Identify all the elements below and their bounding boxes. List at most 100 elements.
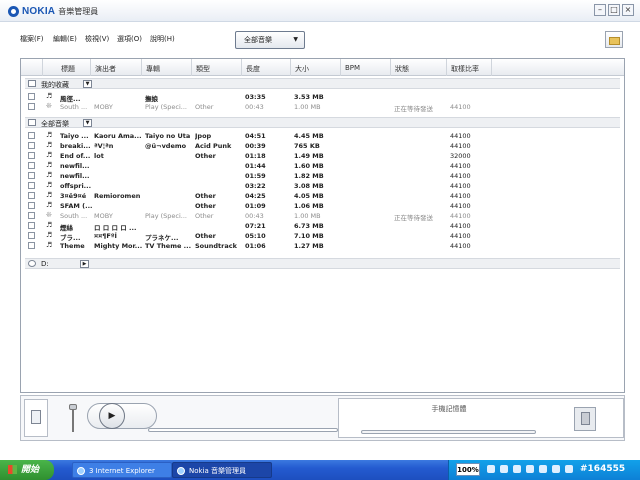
col-size[interactable]: 大小 [295, 64, 309, 74]
collapse-toggle-icon[interactable]: ▼ [83, 80, 92, 88]
cell-rate: 44100 [450, 103, 471, 111]
cell-rate: 44100 [450, 142, 471, 150]
taskbar-item-ie[interactable]: 3 Internet Explorer [72, 462, 172, 478]
cell-artist: MOBY [94, 103, 113, 111]
music-note-icon: ♬ [46, 141, 53, 149]
table-row[interactable]: ♬ 煙絲ロ ロ ロ ロ ... 07:21 6.73 MB 44100 [25, 221, 620, 232]
taskbar-item-nokia[interactable]: Nokia 音樂管理員 [172, 462, 272, 478]
table-row[interactable]: ♬ 3¤ë9¤é Remioromen Other 04:25 4.05 MB 44100 [25, 191, 620, 201]
row-checkbox[interactable] [28, 172, 35, 179]
row-checkbox[interactable] [28, 142, 35, 149]
music-note-icon: ♬ [46, 171, 53, 179]
tray-icon[interactable] [500, 465, 508, 473]
tray-icon[interactable] [565, 465, 573, 473]
group-all-music[interactable]: 全部音樂 ▼ [25, 117, 620, 128]
row-checkbox[interactable] [28, 162, 35, 169]
menu-edit[interactable]: 編輯(E) [53, 34, 77, 44]
cell-rate: 44100 [450, 182, 471, 190]
row-checkbox[interactable] [28, 222, 35, 229]
table-row[interactable]: ❊ South ... MOBY Play (Speci... Other 00:43 1.… [25, 211, 620, 222]
table-row[interactable]: ♬ ブラ... ¤¤¶FºÍ プラネケ... Other 05:10 7.10 MB 4410… [25, 231, 620, 242]
row-checkbox[interactable] [28, 242, 35, 249]
group-favorites[interactable]: 我的收藏 ▼ [25, 78, 620, 89]
col-bpm[interactable]: BPM [345, 64, 360, 72]
music-filter-dropdown[interactable]: 全部音樂 ▼ [235, 31, 305, 49]
cell-genre: Other [195, 103, 214, 111]
open-folder-button[interactable] [605, 31, 623, 48]
table-row[interactable]: ♬ End of... lot Other 01:18 1.49 MB 32000 [25, 151, 620, 161]
play-button[interactable]: ▶ [99, 403, 125, 429]
tray-icon[interactable] [487, 465, 495, 473]
volume-slider[interactable] [69, 400, 77, 438]
row-checkbox[interactable] [28, 132, 35, 139]
table-row[interactable]: ❊ South ... MOBY Play (Speci... Other 00:43 1.… [25, 102, 620, 113]
menu-options[interactable]: 選項(O) [117, 34, 142, 44]
volume-handle[interactable] [69, 404, 77, 410]
pending-track-icon: ❊ [46, 211, 52, 219]
cell-album: @ü¬vdemo [145, 142, 187, 150]
row-checkbox[interactable] [28, 103, 35, 110]
tray-icon[interactable] [513, 465, 521, 473]
cell-genre: Other [195, 192, 216, 200]
cell-length: 00:39 [245, 142, 266, 150]
start-button[interactable]: 開始 [0, 460, 54, 480]
cell-size: 765 KB [294, 142, 320, 150]
cell-rate: 32000 [450, 152, 471, 160]
col-artist[interactable]: 演出者 [95, 64, 116, 74]
cell-length: 05:10 [245, 232, 266, 240]
row-checkbox[interactable] [28, 212, 35, 219]
memory-label: 手機記憶體 [431, 405, 467, 413]
nokia-logo-icon [8, 5, 19, 17]
zoom-indicator[interactable]: 100% [456, 463, 480, 476]
tray-icon[interactable] [552, 465, 560, 473]
table-row[interactable]: ♬ newfil... 01:44 1.60 MB 44100 [25, 161, 620, 171]
col-length[interactable]: 長度 [246, 64, 260, 74]
row-checkbox[interactable] [28, 192, 35, 199]
close-button[interactable]: × [622, 4, 634, 16]
cell-size: 1.06 MB [294, 202, 324, 210]
table-row[interactable]: ♬ Taiyo ... Kaoru Ama... Taiyo no Uta Jpop 04… [25, 131, 620, 141]
tray-icon[interactable] [539, 465, 547, 473]
table-row[interactable]: ♬ breaki... ªV¦ªn @ü¬vdemo Acid Punk 00:39 765… [25, 141, 620, 151]
taskbar: 開始 3 Internet Explorer Nokia 音樂管理員 100% … [0, 460, 640, 480]
row-checkbox[interactable] [28, 232, 35, 239]
col-genre[interactable]: 類型 [196, 64, 210, 74]
row-checkbox[interactable] [28, 152, 35, 159]
menu-view[interactable]: 檢視(V) [85, 34, 109, 44]
col-status[interactable]: 狀態 [395, 64, 409, 74]
row-checkbox[interactable] [28, 93, 35, 100]
phone-transfer-button[interactable] [574, 407, 596, 431]
table-row[interactable]: ♬ 風徑... 撫娘 03:35 3.53 MB [25, 92, 620, 103]
col-sample-rate[interactable]: 取樣比率 [451, 64, 479, 74]
menu-help[interactable]: 說明(H) [150, 34, 175, 44]
group-label: 全部音樂 [41, 120, 69, 128]
cell-genre: Other [195, 212, 214, 220]
expand-toggle-icon[interactable]: ▶ [80, 260, 89, 268]
seek-bar[interactable] [148, 428, 338, 432]
table-row[interactable]: ♬ newfil... 01:59 1.82 MB 44100 [25, 171, 620, 181]
group-drive[interactable]: D: ▶ [25, 258, 620, 269]
cell-length: 00:43 [245, 103, 264, 111]
col-title[interactable]: 標題 [61, 64, 75, 74]
music-note-icon: ♬ [46, 231, 53, 239]
cell-artist: Mighty Mor... [94, 242, 143, 250]
tray-icon[interactable] [526, 465, 534, 473]
cell-length: 04:51 [245, 132, 266, 140]
col-album[interactable]: 專輯 [146, 64, 160, 74]
music-list: 標題 演出者 專輯 類型 長度 大小 BPM 狀態 取樣比率 我的收藏 ▼ ♬ 風… [20, 58, 625, 393]
table-row[interactable]: ♬ Theme Mighty Mor... TV Theme ... Soundtrac… [25, 241, 620, 251]
cell-size: 1.00 MB [294, 103, 321, 111]
minimize-button[interactable]: – [594, 4, 606, 16]
row-checkbox[interactable] [28, 182, 35, 189]
row-checkbox[interactable] [28, 202, 35, 209]
table-row[interactable]: ♬ SFAM (... Other 01:09 1.06 MB 44100 [25, 201, 620, 211]
cell-size: 3.08 MB [294, 182, 324, 190]
collapse-toggle-icon[interactable]: ▼ [83, 119, 92, 127]
menu-file[interactable]: 檔案(F) [20, 34, 44, 44]
cell-length: 03:35 [245, 93, 266, 101]
transfer-button[interactable] [24, 399, 48, 437]
cell-length: 04:25 [245, 192, 266, 200]
player-panel: ▶ 手機記憶體 [20, 395, 625, 441]
table-row[interactable]: ♬ offspri... 03:22 3.08 MB 44100 [25, 181, 620, 191]
maximize-button[interactable]: □ [608, 4, 620, 16]
